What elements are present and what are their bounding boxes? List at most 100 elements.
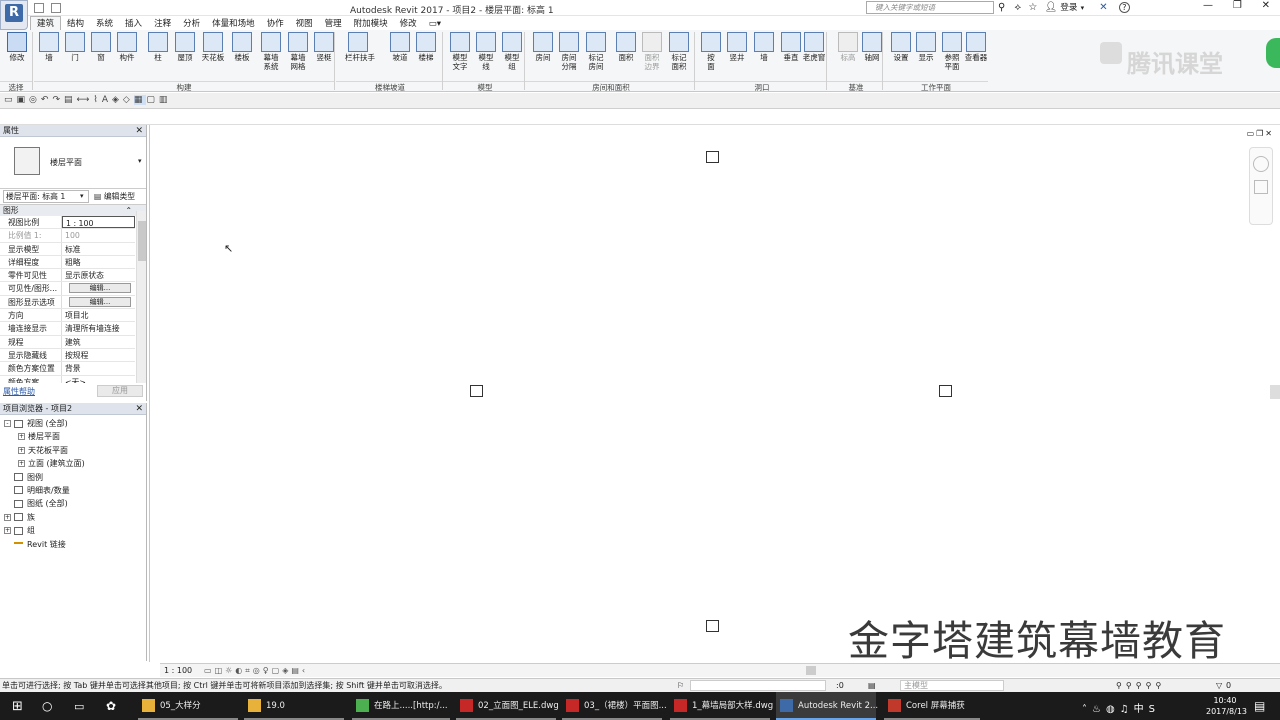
elevation-marker-east-icon[interactable] bbox=[939, 385, 952, 397]
collapse-icon[interactable]: - bbox=[4, 420, 11, 427]
tab-6[interactable]: 体量和场地 bbox=[206, 17, 261, 31]
expand-icon[interactable]: + bbox=[18, 446, 25, 454]
roof-button[interactable]: 屋顶 bbox=[172, 32, 198, 62]
sync-icon[interactable]: ◎ bbox=[29, 95, 41, 105]
task-folder-19[interactable]: 19.0 bbox=[244, 692, 344, 720]
close-icon[interactable]: ✕ bbox=[135, 403, 143, 415]
property-edit-cell[interactable]: 编辑... bbox=[62, 282, 135, 294]
expand-icon[interactable]: + bbox=[4, 527, 11, 535]
zoom-icon[interactable] bbox=[1254, 180, 1268, 194]
panel-label-5[interactable]: 基准 bbox=[828, 81, 884, 92]
set-button[interactable]: 设置 bbox=[888, 32, 914, 62]
redo-icon[interactable]: ↷ bbox=[52, 95, 64, 105]
property-value[interactable]: <无> bbox=[62, 376, 135, 383]
close-icon[interactable]: ✕ bbox=[1262, 0, 1270, 11]
close-icon[interactable]: ✕ bbox=[1265, 129, 1274, 138]
view-scale[interactable]: 1 : 100 bbox=[164, 664, 192, 677]
ribbon-minimize-icon[interactable]: ▭▾ bbox=[423, 17, 447, 31]
show-button[interactable]: 显示 bbox=[913, 32, 939, 62]
task-chrome[interactable]: 在路上.....[http:/... bbox=[352, 692, 450, 720]
panel-label-6[interactable]: 工作平面 bbox=[884, 81, 988, 92]
ime-mode-icon[interactable]: S bbox=[1149, 704, 1160, 715]
browser-node[interactable]: + 楼层平面 bbox=[0, 430, 146, 443]
task-corel[interactable]: Corel 屏幕捕获 bbox=[884, 692, 980, 720]
tag-area-button[interactable]: 标记 面积 bbox=[666, 32, 692, 71]
edit-type-button[interactable]: ▤ 编辑类型 bbox=[94, 189, 135, 204]
steering-wheel-icon[interactable] bbox=[1253, 156, 1269, 172]
property-value[interactable]: 项目北 bbox=[62, 309, 135, 321]
panel-label-2[interactable]: 模型 bbox=[444, 81, 526, 92]
property-value[interactable]: 标准 bbox=[62, 243, 135, 255]
property-row[interactable]: 颜色方案 <无> bbox=[0, 375, 135, 383]
group-header-graphics[interactable]: 图形 ⌃ bbox=[0, 205, 146, 216]
wifi-icon[interactable]: ◍ bbox=[1106, 704, 1120, 715]
column-button[interactable]: 柱 bbox=[145, 32, 171, 62]
component-button[interactable]: 构件 bbox=[114, 32, 140, 62]
drawing-canvas[interactable]: ▭❐✕ ↖ bbox=[149, 125, 1280, 662]
task-dwg-03[interactable]: 03_（裙楼）平面图... bbox=[562, 692, 667, 720]
opening-wall-button[interactable]: 墙 bbox=[751, 32, 777, 62]
tab-9[interactable]: 管理 bbox=[319, 17, 348, 31]
property-value[interactable]: 建筑 bbox=[62, 336, 135, 348]
tab-3[interactable]: 插入 bbox=[119, 17, 148, 31]
by-face-button[interactable]: 按 面 bbox=[698, 32, 724, 71]
railing-button[interactable]: 栏杆扶手 bbox=[345, 32, 375, 62]
tab-1[interactable]: 结构 bbox=[61, 17, 90, 31]
model-text-button[interactable]: 模型 文字 bbox=[447, 32, 473, 71]
property-value[interactable]: 1 : 100 bbox=[62, 216, 135, 229]
thin-lines-icon[interactable]: ▦ bbox=[133, 95, 147, 105]
tab-0[interactable]: 建筑 bbox=[30, 16, 62, 30]
expand-icon[interactable]: + bbox=[18, 433, 25, 441]
task-folder-05[interactable]: 05_大样分 bbox=[138, 692, 238, 720]
type-selector[interactable]: 楼层平面 ▾ bbox=[0, 137, 146, 189]
panel-label-0[interactable]: 构建 bbox=[34, 81, 334, 92]
window-button[interactable]: 窗 bbox=[88, 32, 114, 62]
windows-start-icon[interactable]: ⊞ bbox=[12, 699, 23, 714]
exchange-icon[interactable]: ✕ bbox=[1099, 2, 1107, 13]
stair-button[interactable]: 楼梯 bbox=[413, 32, 439, 62]
browser-node[interactable]: + 组 bbox=[0, 524, 146, 537]
store-icon[interactable]: ✿ bbox=[106, 699, 116, 713]
browser-node[interactable]: + 天花板平面 bbox=[0, 444, 146, 457]
select-by-face-icon[interactable]: ⚲ bbox=[1146, 681, 1156, 690]
workset-select[interactable] bbox=[690, 680, 826, 691]
close-icon[interactable]: ✕ bbox=[135, 125, 143, 137]
minimize-icon[interactable]: — bbox=[1203, 0, 1213, 11]
property-row[interactable]: 图形显示选项 编辑... bbox=[0, 295, 135, 310]
panel-label-1[interactable]: 楼梯坡道 bbox=[336, 81, 444, 92]
property-value[interactable]: 按规程 bbox=[62, 349, 135, 361]
section-icon[interactable]: ◇ bbox=[123, 95, 134, 105]
restore-icon[interactable]: ❐ bbox=[1256, 129, 1265, 138]
temp-hide-icon[interactable]: ◎ bbox=[253, 666, 263, 675]
save-file-icon[interactable]: ▣ bbox=[17, 95, 30, 105]
workset-icon[interactable]: ⚐ bbox=[677, 679, 684, 692]
shaft-button[interactable]: 竖井 bbox=[724, 32, 750, 62]
open-file-icon[interactable]: ▭ bbox=[4, 95, 17, 105]
select-pinned-icon[interactable]: ⚲ bbox=[1136, 681, 1146, 690]
dormer-button[interactable]: 老虎窗 bbox=[801, 32, 827, 62]
canvas-scrollbar-thumb[interactable] bbox=[1270, 385, 1280, 399]
model-group-button[interactable]: 模型 组 bbox=[499, 32, 525, 71]
open-icon[interactable] bbox=[34, 3, 44, 13]
design-option-select[interactable]: 主模型 bbox=[900, 680, 1004, 691]
floor-button[interactable]: 楼板 bbox=[229, 32, 255, 62]
property-value[interactable]: 粗略 bbox=[62, 256, 135, 268]
switch-windows-icon[interactable]: ▥ bbox=[159, 95, 172, 105]
door-button[interactable]: 门 bbox=[62, 32, 88, 62]
notifications-icon[interactable]: ▤ bbox=[1254, 699, 1265, 713]
ref-plane-button[interactable]: 参照 平面 bbox=[939, 32, 965, 71]
browser-node[interactable]: 明细表/数量 bbox=[0, 484, 146, 497]
tag-room-button[interactable]: 标记 房间 bbox=[583, 32, 609, 71]
shadows-icon[interactable]: ◐ bbox=[235, 666, 245, 675]
worksharing-icon[interactable]: ◈ bbox=[282, 666, 291, 675]
sun-path-icon[interactable]: ☼ bbox=[225, 666, 235, 675]
save-icon[interactable] bbox=[50, 3, 61, 13]
property-value[interactable]: 显示原状态 bbox=[62, 269, 135, 281]
wall-button[interactable]: 墙 bbox=[36, 32, 62, 62]
restore-icon[interactable]: ❐ bbox=[1233, 0, 1242, 11]
panel-label-3[interactable]: 房间和面积 bbox=[526, 81, 696, 92]
select-underlay-icon[interactable]: ⚲ bbox=[1126, 681, 1136, 690]
elevation-marker-north-icon[interactable] bbox=[706, 151, 719, 163]
ime-icon[interactable]: 中 bbox=[1134, 704, 1149, 715]
network-icon[interactable]: ♨ bbox=[1092, 704, 1106, 715]
